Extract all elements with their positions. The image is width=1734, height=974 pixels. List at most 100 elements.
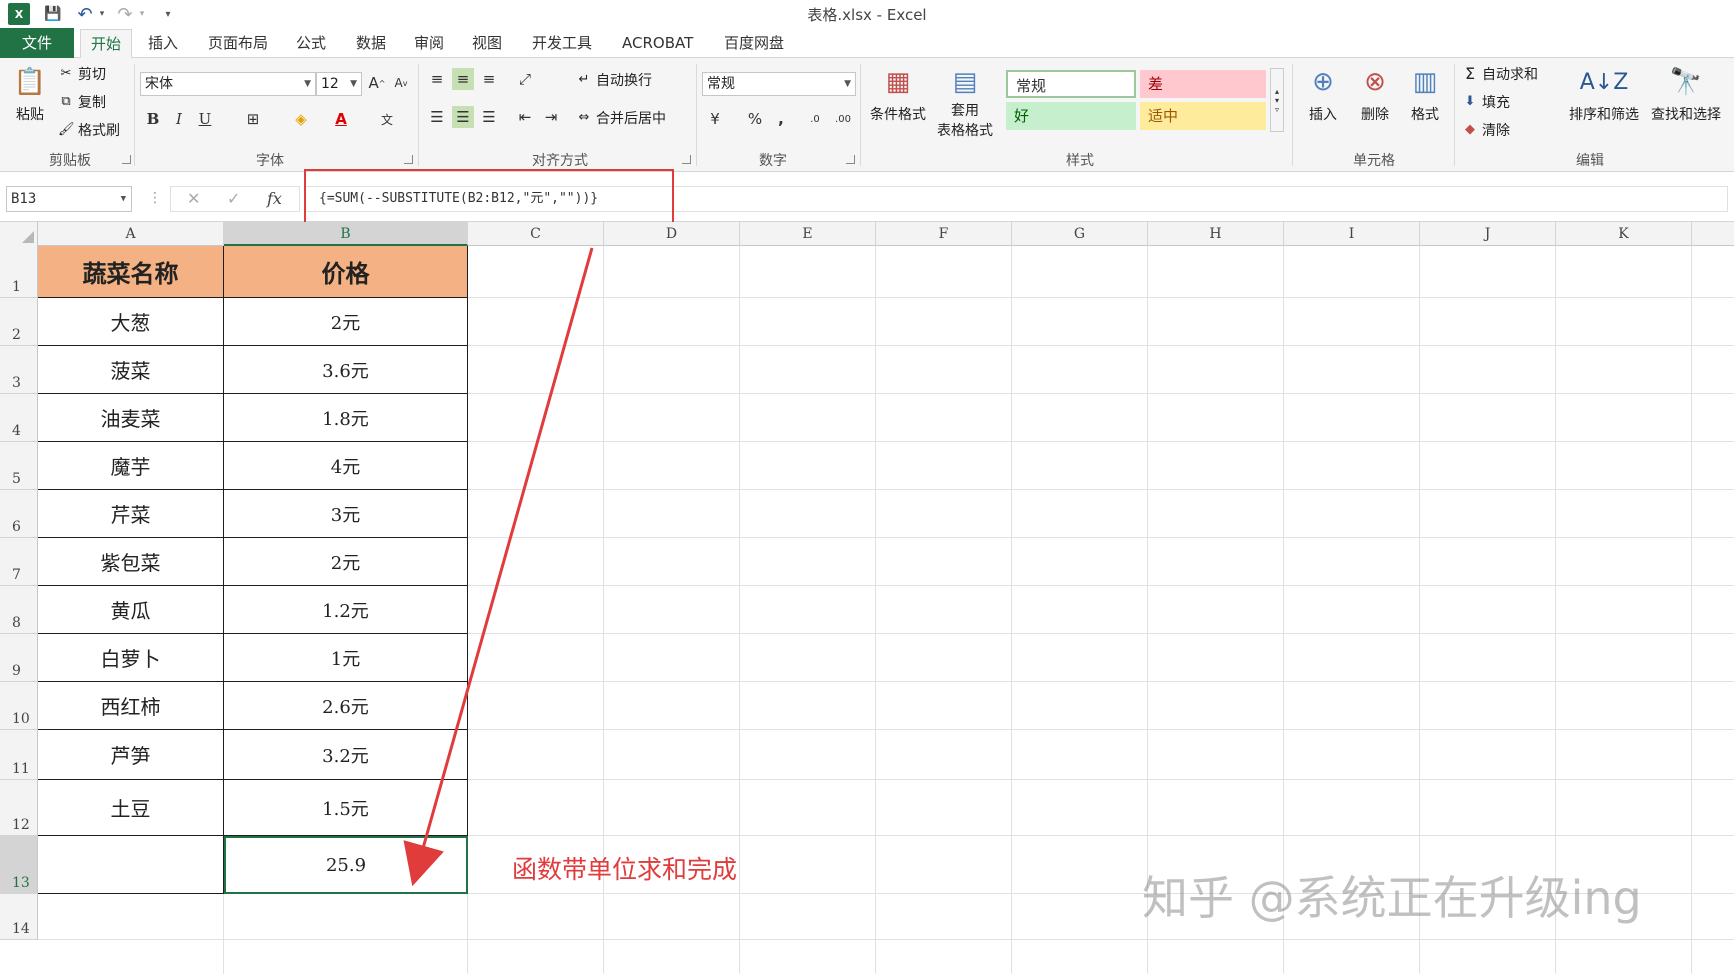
vegetable-name-cell[interactable]: 芦笋	[38, 730, 224, 780]
cut-button[interactable]: ✂ 剪切	[58, 64, 106, 84]
style-bad[interactable]: 差	[1140, 70, 1266, 98]
row-header-11[interactable]: 11	[0, 730, 38, 780]
column-header-e[interactable]: E	[740, 222, 876, 246]
customize-qat-icon[interactable]: ▾	[160, 4, 176, 24]
row-header-8[interactable]: 8	[0, 586, 38, 634]
italic-button[interactable]: I	[168, 108, 190, 130]
merge-center-button[interactable]: ⇔ 合并后居中	[576, 108, 666, 128]
row-header-6[interactable]: 6	[0, 490, 38, 538]
price-cell[interactable]: 1.2元	[224, 586, 468, 634]
number-format-select[interactable]: 常规 ▼	[702, 72, 856, 96]
alignment-launcher-icon[interactable]	[682, 155, 691, 164]
align-bottom-icon[interactable]: ≡	[478, 68, 500, 90]
column-header-d[interactable]: D	[604, 222, 740, 246]
tab-review[interactable]: 审阅	[404, 28, 454, 58]
row-header-13[interactable]: 13	[0, 836, 38, 894]
row-header-1[interactable]: 1	[0, 246, 38, 298]
row-header-4[interactable]: 4	[0, 394, 38, 442]
fill-button[interactable]: ⬇ 填充	[1462, 92, 1510, 112]
column-header-g[interactable]: G	[1012, 222, 1148, 246]
price-cell[interactable]: 3.2元	[224, 730, 468, 780]
undo-dropdown-icon[interactable]: ▾	[96, 4, 108, 24]
increase-indent-icon[interactable]: ⇥	[540, 106, 562, 128]
row-header-9[interactable]: 9	[0, 634, 38, 682]
bold-button[interactable]: B	[142, 108, 164, 130]
phonetic-icon[interactable]: 文	[376, 108, 398, 130]
vegetable-name-cell[interactable]: 魔芋	[38, 442, 224, 490]
decrease-decimal-icon[interactable]: .00	[832, 108, 854, 130]
save-icon[interactable]: 💾	[42, 4, 64, 24]
tab-file[interactable]: 文件	[0, 28, 74, 58]
copy-button[interactable]: ⧉ 复制	[58, 92, 106, 112]
font-color-icon[interactable]: A	[330, 108, 352, 130]
find-select-button[interactable]: 🔭 查找和选择	[1644, 64, 1728, 124]
vegetable-name-cell[interactable]: 西红柿	[38, 682, 224, 730]
paste-button[interactable]: 📋 粘贴	[8, 64, 52, 124]
column-header-h[interactable]: H	[1148, 222, 1284, 246]
column-header-k[interactable]: K	[1556, 222, 1692, 246]
font-size-select[interactable]: 12 ▼	[316, 72, 362, 96]
underline-button[interactable]: U	[194, 108, 216, 130]
vegetable-name-cell[interactable]: 土豆	[38, 780, 224, 836]
format-cells-button[interactable]: ▥ 格式	[1400, 64, 1450, 124]
price-cell[interactable]: 2元	[224, 298, 468, 346]
column-header-b[interactable]: B	[224, 222, 468, 246]
header-cell-name[interactable]: 蔬菜名称	[38, 246, 224, 298]
price-cell[interactable]: 1元	[224, 634, 468, 682]
comma-button[interactable]: ,	[770, 108, 792, 130]
style-good[interactable]: 好	[1006, 102, 1136, 130]
vegetable-name-cell[interactable]: 油麦菜	[38, 394, 224, 442]
styles-scroll-icon[interactable]: ▴ ▾ ▿	[1270, 68, 1284, 132]
format-painter-button[interactable]: 🖌 格式刷	[58, 120, 120, 140]
delete-cells-button[interactable]: ⊗ 删除	[1350, 64, 1400, 124]
price-cell[interactable]: 2元	[224, 538, 468, 586]
tab-insert[interactable]: 插入	[138, 28, 188, 58]
wrap-text-button[interactable]: ↵ 自动换行	[576, 70, 652, 90]
insert-cells-button[interactable]: ⊕ 插入	[1298, 64, 1348, 124]
column-header-j[interactable]: J	[1420, 222, 1556, 246]
total-cell[interactable]: 25.9	[224, 836, 468, 894]
clear-button[interactable]: ◆ 清除	[1462, 120, 1510, 140]
tab-formulas[interactable]: 公式	[286, 28, 336, 58]
borders-icon[interactable]: ⊞	[242, 108, 264, 130]
vegetable-name-cell[interactable]: 白萝卜	[38, 634, 224, 682]
vegetable-name-cell[interactable]: 大葱	[38, 298, 224, 346]
price-cell[interactable]: 3元	[224, 490, 468, 538]
conditional-format-button[interactable]: ▦ 条件格式	[866, 64, 930, 124]
empty-cell[interactable]	[38, 836, 224, 894]
font-name-select[interactable]: 宋体 ▼	[140, 72, 316, 96]
tab-home[interactable]: 开始	[80, 29, 133, 59]
clipboard-launcher-icon[interactable]	[122, 155, 131, 164]
font-launcher-icon[interactable]	[404, 155, 413, 164]
price-cell[interactable]: 2.6元	[224, 682, 468, 730]
vegetable-name-cell[interactable]: 芹菜	[38, 490, 224, 538]
align-top-icon[interactable]: ≡	[426, 68, 448, 90]
align-center-icon[interactable]: ☰	[452, 106, 474, 128]
redo-icon[interactable]: ↷	[114, 4, 136, 25]
enter-icon[interactable]: ✓	[227, 189, 240, 208]
price-cell[interactable]: 1.5元	[224, 780, 468, 836]
row-header-12[interactable]: 12	[0, 780, 38, 836]
row-header-14[interactable]: 14	[0, 894, 38, 940]
tab-developer[interactable]: 开发工具	[522, 28, 602, 58]
formula-input[interactable]: {=SUM(--SUBSTITUTE(B2:B12,"元",""))}	[304, 186, 1728, 212]
row-header-7[interactable]: 7	[0, 538, 38, 586]
decrease-indent-icon[interactable]: ⇤	[514, 106, 536, 128]
tab-baidu-netdisk[interactable]: 百度网盘	[714, 28, 794, 58]
align-middle-icon[interactable]: ≡	[452, 68, 474, 90]
vegetable-name-cell[interactable]: 菠菜	[38, 346, 224, 394]
tab-acrobat[interactable]: ACROBAT	[612, 28, 703, 58]
column-header-f[interactable]: F	[876, 222, 1012, 246]
price-cell[interactable]: 1.8元	[224, 394, 468, 442]
grow-font-icon[interactable]: A ^	[366, 72, 388, 94]
name-box[interactable]: B13 ▼	[6, 186, 132, 212]
increase-decimal-icon[interactable]: .0	[804, 108, 826, 130]
tab-data[interactable]: 数据	[346, 28, 396, 58]
fill-color-icon[interactable]: ◈	[290, 108, 312, 130]
column-header-a[interactable]: A	[38, 222, 224, 246]
row-header-3[interactable]: 3	[0, 346, 38, 394]
row-header-5[interactable]: 5	[0, 442, 38, 490]
undo-icon[interactable]: ↶	[74, 4, 96, 25]
style-normal[interactable]: 常规	[1006, 70, 1136, 98]
percent-button[interactable]: %	[744, 108, 766, 130]
